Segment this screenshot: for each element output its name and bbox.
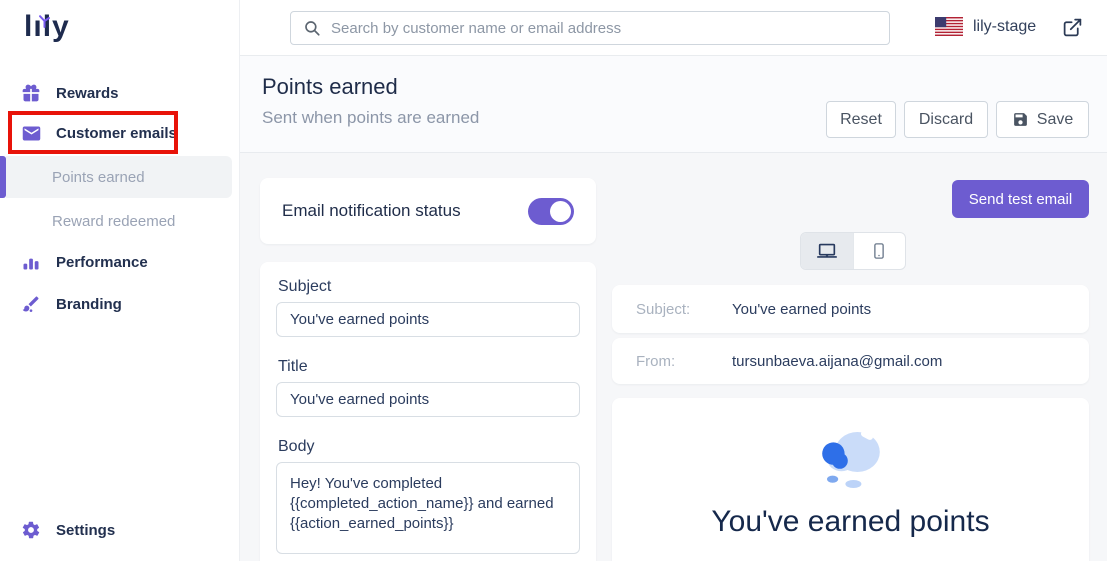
desktop-preview-button[interactable] <box>801 233 853 269</box>
laptop-icon <box>816 240 838 262</box>
email-notification-card: Email notification status <box>260 178 596 244</box>
preview-from-label: From: <box>636 353 732 370</box>
toggle-knob <box>550 201 571 222</box>
sidebar-item-label: Performance <box>56 254 148 271</box>
sidebar-item-settings[interactable]: Settings <box>0 512 240 548</box>
reset-button[interactable]: Reset <box>826 101 896 138</box>
search-input[interactable] <box>321 12 889 44</box>
logo-flower-icon <box>37 3 52 37</box>
sidebar: lıly Rewards Customer emails Points earn… <box>0 0 240 561</box>
bar-chart-icon <box>20 251 42 273</box>
email-notification-label: Email notification status <box>282 201 461 221</box>
preview-subject-label: Subject: <box>636 301 732 318</box>
sidebar-item-reward-redeemed[interactable]: Reward redeemed <box>0 202 240 240</box>
preview-subject-value: You've earned points <box>732 301 871 318</box>
email-notification-toggle[interactable] <box>528 198 574 225</box>
gear-icon <box>20 519 42 541</box>
preview-from-row: From: tursunbaeva.aijana@gmail.com <box>612 338 1089 384</box>
sidebar-item-branding[interactable]: Branding <box>0 286 240 322</box>
save-button[interactable]: Save <box>996 101 1089 138</box>
email-form-card: Subject Title Body Hey! You've completed… <box>260 262 596 561</box>
page-title: Points earned <box>262 74 398 100</box>
gift-icon <box>20 82 42 104</box>
mobile-preview-button[interactable] <box>853 233 905 269</box>
subject-input[interactable] <box>276 302 580 337</box>
logo-text: l <box>24 10 33 43</box>
preview-device-toggle <box>800 232 906 270</box>
us-flag-icon[interactable] <box>935 17 963 41</box>
page-subtitle: Sent when points are earned <box>262 108 479 128</box>
store-name: lily-stage <box>973 18 1036 36</box>
sidebar-item-label: Settings <box>56 522 115 539</box>
sidebar-item-points-earned[interactable]: Points earned <box>0 158 240 196</box>
subject-label: Subject <box>278 278 331 296</box>
app-window: lıly Rewards Customer emails Points earn… <box>0 0 1107 561</box>
main-content: Email notification status Subject Title … <box>240 153 1107 561</box>
sidebar-item-label: Customer emails <box>56 125 177 142</box>
phone-icon <box>870 242 888 260</box>
email-preview-card: You've earned points <box>612 398 1089 561</box>
body-textarea[interactable]: Hey! You've completed {{completed_action… <box>276 462 580 554</box>
preview-from-value: tursunbaeva.aijana@gmail.com <box>732 353 942 370</box>
external-link-icon[interactable] <box>1062 17 1083 38</box>
page-header: Points earned Sent when points are earne… <box>240 56 1107 153</box>
sidebar-item-performance[interactable]: Performance <box>0 244 240 280</box>
cloud-illustration <box>803 420 899 501</box>
body-label: Body <box>278 438 314 456</box>
envelope-icon <box>20 122 42 144</box>
search-icon <box>303 19 321 37</box>
sidebar-item-rewards[interactable]: Rewards <box>0 75 240 111</box>
topbar: lily-stage <box>240 0 1107 56</box>
sidebar-item-customer-emails[interactable]: Customer emails <box>0 115 240 151</box>
sidebar-item-label: Points earned <box>52 169 145 186</box>
send-test-email-button[interactable]: Send test email <box>952 180 1089 218</box>
search-bar <box>290 11 890 45</box>
preview-subject-row: Subject: You've earned points <box>612 285 1089 333</box>
brand-logo[interactable]: lıly <box>24 10 70 44</box>
paintbrush-icon <box>20 293 42 315</box>
title-input[interactable] <box>276 382 580 417</box>
preview-email-title: You've earned points <box>612 505 1089 539</box>
sidebar-item-label: Branding <box>56 296 122 313</box>
sidebar-item-label: Rewards <box>56 85 119 102</box>
discard-button[interactable]: Discard <box>904 101 988 138</box>
save-icon <box>1012 111 1029 128</box>
sidebar-item-label: Reward redeemed <box>52 213 175 230</box>
title-label: Title <box>278 358 308 376</box>
